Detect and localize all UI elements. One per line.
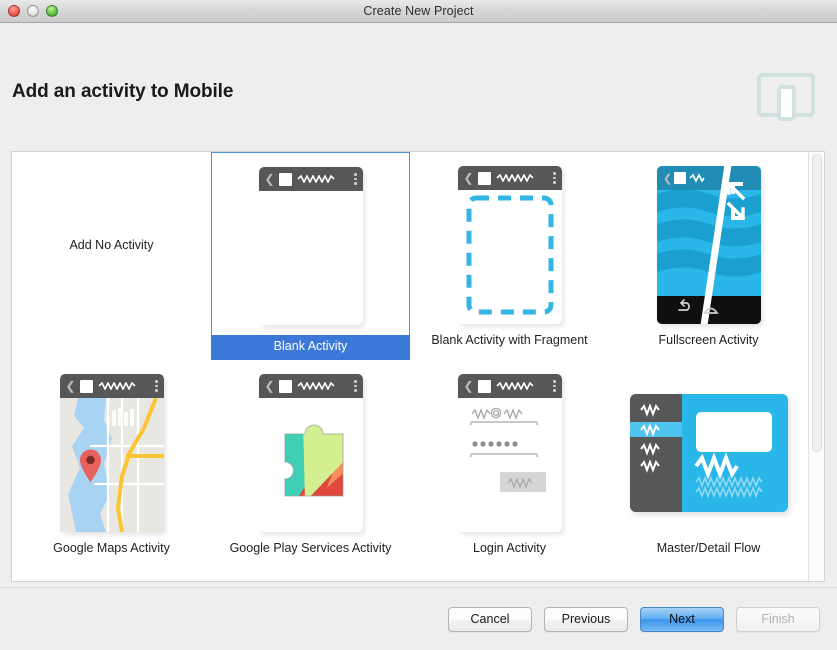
- wizard-button-bar: Cancel Previous Next Finish: [0, 587, 837, 650]
- puzzle-piece-icon: [283, 424, 344, 497]
- fragment-placeholder-icon: [466, 195, 553, 315]
- activity-thumb-login: ❮: [410, 364, 609, 542]
- password-dots-icon: [471, 441, 518, 447]
- overflow-menu-icon: [553, 172, 556, 184]
- app-icon: [477, 379, 491, 393]
- phone-mockup: ❮: [258, 374, 363, 532]
- app-icon: [278, 172, 292, 186]
- fullscreen-preview-icon: ❮: [656, 166, 761, 324]
- activity-card-google-maps-activity[interactable]: ❮ Google Maps Activity: [12, 360, 211, 568]
- app-icon: [477, 171, 491, 185]
- title-zigzag-icon: [97, 382, 136, 390]
- title-zigzag-icon: [296, 382, 335, 390]
- back-chevron-icon: ❮: [264, 379, 275, 393]
- finish-button: Finish: [736, 606, 820, 632]
- overflow-menu-icon: [553, 380, 556, 392]
- activity-label: Blank Activity: [211, 335, 410, 360]
- activity-card-master-detail-flow[interactable]: Master/Detail Flow: [609, 360, 808, 568]
- title-zigzag-icon: [495, 382, 534, 390]
- phone-mockup: ❮: [457, 374, 562, 532]
- activity-thumb-master-detail: [609, 364, 808, 542]
- activity-thumb-none: Add No Activity: [12, 156, 211, 334]
- phone-mockup: ❮: [656, 166, 761, 324]
- activity-template-list[interactable]: Add No Activity ❮ Blank Activity ❮ Blank…: [11, 151, 825, 582]
- activity-label: Blank Activity with Fragment: [431, 333, 588, 347]
- master-detail-preview-icon: [629, 394, 788, 512]
- create-new-project-window: Create New Project Add an activity to Mo…: [0, 0, 837, 650]
- action-bar: ❮: [258, 167, 363, 191]
- activity-thumb-blank: ❮: [212, 157, 409, 335]
- scrollbar-thumb[interactable]: [812, 154, 822, 452]
- title-zigzag-icon: [296, 175, 335, 183]
- minimize-button[interactable]: [27, 5, 39, 17]
- zoom-button[interactable]: [46, 5, 58, 17]
- app-icon: [278, 379, 292, 393]
- activity-thumb-fullscreen: ❮: [609, 156, 808, 334]
- back-chevron-icon: ❮: [463, 171, 474, 185]
- activity-label: Fullscreen Activity: [658, 333, 759, 347]
- window-title: Create New Project: [363, 4, 474, 18]
- app-icon: [79, 379, 93, 393]
- action-bar: ❮: [457, 166, 562, 190]
- overflow-menu-icon: [354, 380, 357, 392]
- activity-thumb-blank-fragment: ❮: [410, 156, 609, 334]
- activity-card-add-no-activity[interactable]: Add No Activity: [12, 152, 211, 360]
- activity-card-blank-activity[interactable]: ❮ Blank Activity: [211, 152, 410, 360]
- back-chevron-icon: ❮: [463, 379, 474, 393]
- activity-label: Google Maps Activity: [53, 541, 170, 555]
- activity-card-login-activity[interactable]: ❮ Login Activity: [410, 360, 609, 568]
- overflow-menu-icon: [155, 380, 158, 392]
- activity-card-google-play-services-activity[interactable]: ❮ Google Play Services Activity: [211, 360, 410, 568]
- wizard-header: Add an activity to Mobile: [0, 23, 837, 152]
- window-traffic-lights: [8, 0, 58, 22]
- activity-template-grid: Add No Activity ❮ Blank Activity ❮ Blank…: [12, 152, 807, 568]
- activity-card-fullscreen-activity[interactable]: ❮ Fullscreen Activity: [609, 152, 808, 360]
- phone-mockup: ❮: [258, 167, 363, 325]
- close-button[interactable]: [8, 5, 20, 17]
- back-chevron-icon: ❮: [65, 379, 76, 393]
- action-bar: ❮: [258, 374, 363, 398]
- activity-label: Add No Activity: [69, 238, 154, 252]
- overflow-menu-icon: [354, 173, 357, 185]
- tablet-phone-icon: [757, 73, 815, 121]
- vertical-scrollbar[interactable]: [808, 152, 824, 581]
- activity-label: Google Play Services Activity: [229, 541, 392, 555]
- activity-label: Master/Detail Flow: [656, 541, 761, 555]
- page-title: Add an activity to Mobile: [12, 81, 234, 102]
- action-bar: ❮: [59, 374, 164, 398]
- activity-thumb-maps: ❮: [12, 364, 211, 542]
- phone-mockup: ❮: [59, 374, 164, 532]
- login-form-icon: [469, 407, 546, 492]
- title-zigzag-icon: [495, 174, 534, 182]
- activity-card-blank-activity-with-fragment[interactable]: ❮ Blank Activity with Fragment: [410, 152, 609, 360]
- cancel-button[interactable]: Cancel: [448, 606, 532, 632]
- submit-button-icon: [499, 472, 546, 492]
- back-chevron-icon: ❮: [264, 172, 275, 186]
- phone-mockup: ❮: [457, 166, 562, 324]
- map-preview-icon: [59, 398, 164, 532]
- activity-label: Login Activity: [473, 541, 546, 555]
- previous-button[interactable]: Previous: [544, 606, 628, 632]
- window-titlebar: Create New Project: [0, 0, 837, 23]
- activity-thumb-play-services: ❮: [211, 364, 410, 542]
- svg-text:❮: ❮: [663, 173, 672, 185]
- next-button[interactable]: Next: [640, 606, 724, 632]
- action-bar: ❮: [457, 374, 562, 398]
